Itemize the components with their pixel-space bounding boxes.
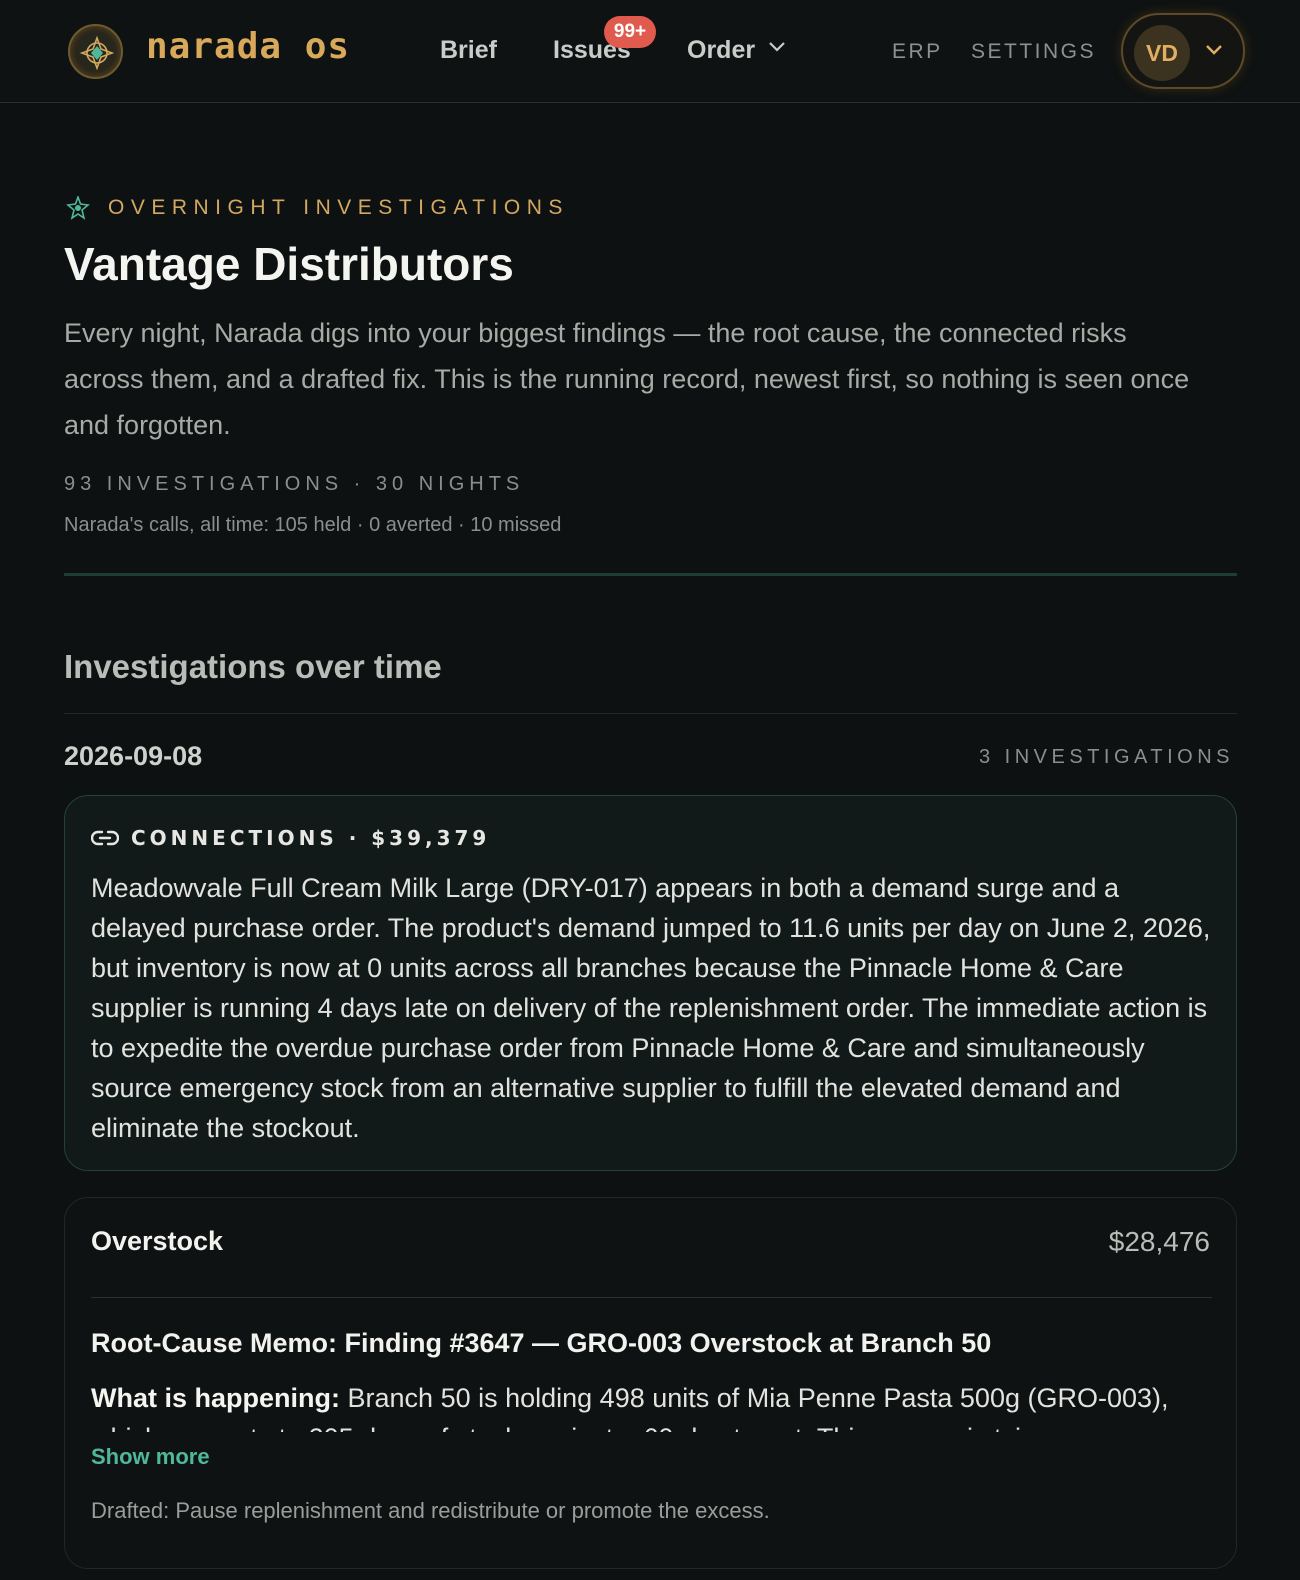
- divider: [91, 1297, 1212, 1298]
- section-title: Investigations over time: [64, 648, 442, 685]
- chevron-down-icon: [1206, 45, 1222, 55]
- eyebrow-label: OVERNIGHT INVESTIGATIONS: [108, 196, 569, 219]
- issues-count-badge: 99+: [604, 16, 656, 48]
- divider: [64, 573, 1237, 576]
- link-icon: [91, 830, 119, 846]
- investigation-stats: 93 INVESTIGATIONS · 30 NIGHTS: [64, 473, 525, 495]
- date-group-count: 3 INVESTIGATIONS: [979, 746, 1234, 768]
- connections-card: CONNECTIONS · $39,379 Meadowvale Full Cr…: [64, 795, 1237, 1171]
- chevron-down-icon[interactable]: [768, 40, 786, 54]
- brand-name[interactable]: narada os: [146, 26, 350, 67]
- narada-logo-icon[interactable]: [68, 24, 123, 79]
- memo-lead: What is happening:: [91, 1383, 340, 1413]
- top-nav: narada os Brief Issues 99+ Order ERP SET…: [0, 0, 1300, 103]
- investigation-type: Overstock: [91, 1226, 224, 1256]
- avatar: VD: [1134, 25, 1190, 81]
- memo-title: Root-Cause Memo: Finding #3647 — GRO-003…: [91, 1328, 992, 1358]
- sparkle-icon: [66, 196, 90, 220]
- nav-settings[interactable]: SETTINGS: [971, 40, 1096, 64]
- page-title: Vantage Distributors: [64, 238, 514, 290]
- date-group-date: 2026-09-08: [64, 741, 203, 771]
- show-more-link[interactable]: Show more: [91, 1444, 220, 1470]
- nav-brief[interactable]: Brief: [440, 36, 497, 65]
- intro-text: Every night, Narada digs into your bigge…: [64, 318, 1190, 440]
- investigation-card[interactable]: Overstock $28,476 Root-Cause Memo: Findi…: [64, 1197, 1237, 1569]
- nav-order[interactable]: Order: [687, 36, 755, 65]
- calls-summary: Narada's calls, all time: 105 held · 0 a…: [64, 514, 562, 536]
- connections-summary: Meadowvale Full Cream Milk Large (DRY-01…: [91, 873, 1211, 1143]
- account-menu-button[interactable]: VD: [1121, 13, 1245, 89]
- divider: [64, 713, 1237, 714]
- drafted-action: Drafted: Pause replenishment and redistr…: [91, 1498, 770, 1523]
- investigation-amount: $28,476: [1108, 1226, 1210, 1257]
- connections-label: CONNECTIONS · $39,379: [131, 826, 491, 850]
- connections-header: CONNECTIONS · $39,379: [91, 826, 490, 850]
- nav-erp[interactable]: ERP: [892, 40, 943, 64]
- eyebrow: OVERNIGHT INVESTIGATIONS: [66, 196, 569, 220]
- memo-preview: What is happening: Branch 50 is holding …: [91, 1378, 1212, 1432]
